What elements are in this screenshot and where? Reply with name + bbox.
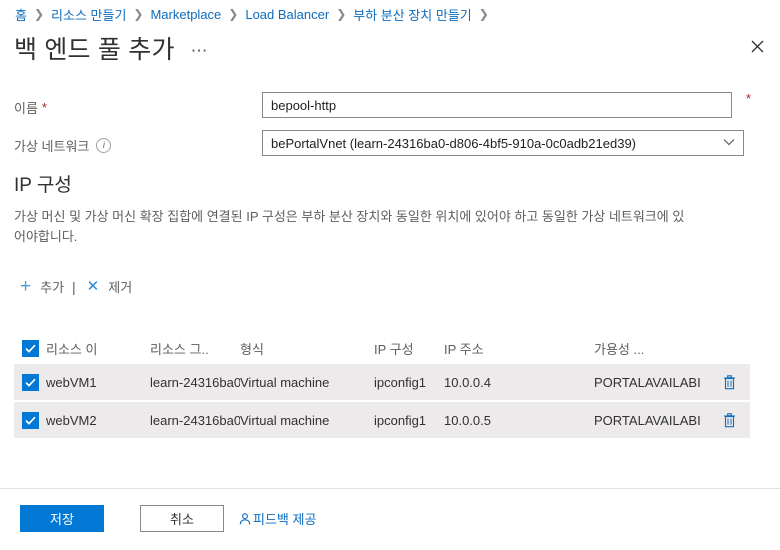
remove-button[interactable]: ✕ 제거 — [85, 274, 135, 299]
cell-type: Virtual machine — [240, 374, 330, 390]
breadcrumb-separator-icon: ❯ — [33, 7, 45, 21]
delete-row-cell — [714, 374, 744, 390]
cell-availability: PORTALAVAILABI — [594, 412, 701, 428]
breadcrumb-separator-icon: ❯ — [133, 7, 144, 21]
cell-ip-address: 10.0.0.4 — [444, 374, 491, 390]
trash-icon[interactable] — [723, 374, 736, 390]
row-checkbox[interactable] — [21, 411, 39, 429]
row-select-cell — [14, 411, 46, 429]
footer-divider — [0, 488, 780, 489]
virtual-network-select[interactable]: bePortalVnet (learn-24316ba0-d806-4bf5-9… — [262, 130, 744, 156]
column-header-ip-address[interactable]: IP 주소 — [444, 339, 594, 358]
breadcrumb-separator-icon: ❯ — [478, 7, 489, 21]
remove-button-label: 제거 — [108, 280, 133, 295]
field-row-name: 이름 * * — [0, 91, 780, 124]
breadcrumb-item-marketplace[interactable]: Marketplace — [149, 7, 222, 22]
name-label-text: 이름 — [14, 101, 38, 116]
breadcrumb: 홈 ❯ 리소스 만들기 ❯ Marketplace ❯ Load Balance… — [0, 0, 780, 28]
more-options-ellipsis-icon[interactable]: ⋯ — [191, 41, 209, 61]
add-button[interactable]: + 추가 — [18, 274, 66, 299]
cell-ip-configuration: ipconfig1 — [374, 412, 427, 428]
cell-resource-name: webVM2 — [46, 412, 97, 428]
breadcrumb-separator-icon: ❯ — [336, 7, 347, 21]
give-feedback-label: 피드백 제공 — [253, 512, 317, 527]
cell-ip-address: 10.0.0.5 — [444, 412, 491, 428]
column-header-resource-group[interactable]: 리소스 그.. — [150, 339, 240, 358]
virtual-network-label-text: 가상 네트워크 — [14, 139, 90, 154]
table-toolbar: + 추가 | ✕ 제거 — [18, 274, 134, 299]
add-button-label: 추가 — [40, 280, 65, 295]
field-row-virtual-network: 가상 네트워크 i bePortalVnet (learn-24316ba0-d… — [0, 130, 780, 162]
close-x-icon: ✕ — [86, 278, 100, 295]
trash-icon[interactable] — [723, 412, 736, 428]
virtual-network-selected-value: bePortalVnet (learn-24316ba0-d806-4bf5-9… — [271, 135, 636, 151]
column-header-resource-name[interactable]: 리소스 이 — [46, 339, 150, 358]
name-input[interactable] — [262, 92, 732, 118]
breadcrumb-separator-icon: ❯ — [228, 7, 239, 21]
form-area: 이름 * * 가상 네트워크 i bePortalVnet (learn-243… — [0, 91, 780, 168]
virtual-network-label: 가상 네트워크 i — [14, 136, 112, 155]
table-header-row: 리소스 이 리소스 그.. 형식 IP 구성 IP 주소 가용성 ... — [14, 332, 750, 364]
breadcrumb-item-load-balancer[interactable]: Load Balancer — [244, 7, 330, 22]
cell-type: Virtual machine — [240, 412, 330, 428]
row-select-cell — [14, 373, 46, 391]
cancel-button[interactable]: 취소 — [140, 505, 224, 532]
select-all-checkbox[interactable] — [21, 339, 39, 357]
column-header-ip-configuration[interactable]: IP 구성 — [374, 339, 444, 358]
column-header-type[interactable]: 형식 — [240, 339, 374, 358]
column-header-availability[interactable]: 가용성 ... — [594, 339, 714, 358]
select-all-cell — [14, 339, 46, 357]
table-row[interactable]: webVM1 learn-24316ba0-d Virtual machine … — [14, 364, 750, 400]
close-icon[interactable] — [743, 32, 771, 60]
toolbar-divider: | — [72, 278, 76, 295]
info-icon[interactable]: i — [96, 138, 112, 153]
name-label: 이름 * — [14, 98, 47, 117]
cell-ip-configuration: ipconfig1 — [374, 374, 427, 390]
ip-configuration-table: 리소스 이 리소스 그.. 형식 IP 구성 IP 주소 가용성 ... web… — [14, 332, 750, 440]
required-marker: * — [41, 100, 47, 115]
row-checkbox[interactable] — [21, 373, 39, 391]
title-row: 백 엔드 풀 추가 ⋯ — [14, 30, 209, 66]
cell-resource-group: learn-24316ba0-d — [150, 412, 240, 428]
person-feedback-icon — [238, 512, 252, 526]
breadcrumb-item-create-load-balancer[interactable]: 부하 분산 장치 만들기 — [352, 5, 472, 24]
delete-row-cell — [714, 412, 744, 428]
cell-resource-name: webVM1 — [46, 374, 97, 390]
cell-resource-group: learn-24316ba0-d — [150, 374, 240, 390]
plus-icon: + — [20, 276, 32, 297]
breadcrumb-item-create-resource[interactable]: 리소스 만들기 — [50, 5, 127, 24]
save-button[interactable]: 저장 — [20, 505, 104, 532]
page-title: 백 엔드 풀 추가 — [14, 36, 175, 64]
required-marker-input: * — [746, 91, 752, 106]
breadcrumb-item-home[interactable]: 홈 — [14, 5, 28, 24]
section-description: 가상 머신 및 가상 머신 확장 집합에 연결된 IP 구성은 부하 분산 장치… — [14, 209, 685, 244]
cell-availability: PORTALAVAILABI — [594, 374, 701, 390]
give-feedback-link[interactable]: 피드백 제공 — [238, 509, 316, 528]
footer-actions: 저장 취소 피드백 제공 — [20, 505, 316, 532]
section-title-ip-configuration: IP 구성 — [14, 175, 72, 196]
table-row[interactable]: webVM2 learn-24316ba0-d Virtual machine … — [14, 402, 750, 438]
chevron-down-icon — [723, 137, 735, 149]
